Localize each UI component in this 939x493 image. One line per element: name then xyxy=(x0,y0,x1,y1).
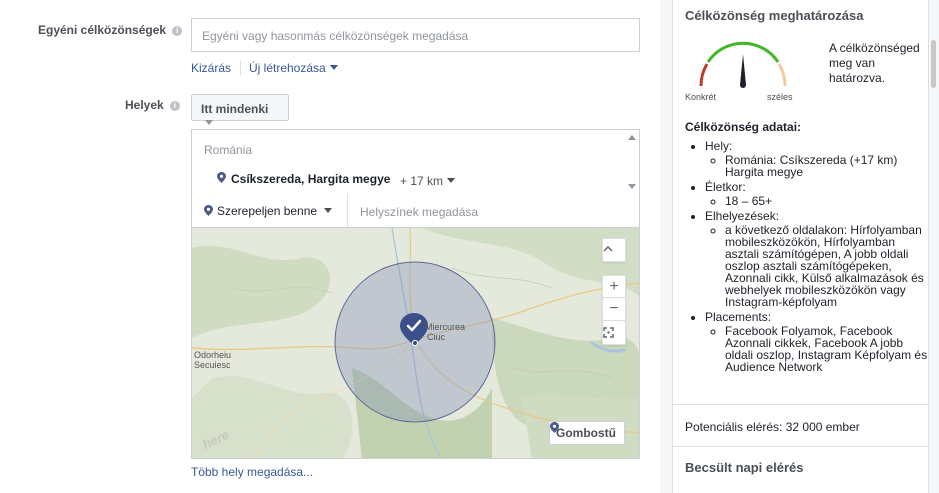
fullscreen-icon xyxy=(603,327,614,338)
gauge-specific-label: Konkrét xyxy=(685,92,717,102)
scroll-up-icon[interactable] xyxy=(628,135,636,140)
location-country: Románia xyxy=(204,143,253,157)
info-icon[interactable]: i xyxy=(169,101,180,111)
drop-pin-button[interactable]: Gombostű xyxy=(549,421,625,445)
location-list-scrollbar[interactable] xyxy=(625,130,639,194)
audience-details-title: Célközönség adatai: xyxy=(685,120,802,134)
detail-value: a következő oldalakon: Hírfolyamban mobi… xyxy=(725,224,930,308)
detail-value: Románia: Csíkszereda (+17 km) Hargita me… xyxy=(725,154,930,178)
include-dropdown[interactable]: Szerepeljen benne xyxy=(204,204,333,218)
chevron-down-icon xyxy=(447,178,456,183)
chevron-down-icon xyxy=(324,208,333,213)
daily-reach-title: Becsült napi elérés xyxy=(685,460,804,475)
location-pin-icon xyxy=(217,172,226,183)
location-map[interactable]: Miercurea Ciuc Odorheiu Secuiesc here + … xyxy=(191,227,640,459)
page-scrollbar-thumb[interactable] xyxy=(931,40,936,88)
map-collapse-button[interactable] xyxy=(602,238,626,262)
gauge-broad-label: széles xyxy=(767,92,793,102)
location-pin-icon xyxy=(204,205,213,216)
chevron-up-icon xyxy=(603,246,613,252)
divider xyxy=(673,404,928,405)
zoom-in-button[interactable]: + xyxy=(602,275,626,298)
potential-reach: Potenciális elérés: 32 000 ember xyxy=(685,420,860,434)
divider xyxy=(673,446,928,447)
audience-definition-panel: Célközönség meghatározása Konkrét széles… xyxy=(672,0,929,493)
custom-audiences-label: Egyéni célközönségek i xyxy=(38,23,183,37)
panel-title: Célközönség meghatározása xyxy=(685,8,864,23)
custom-audience-input[interactable]: Egyéni vagy hasonmás célközönségek megad… xyxy=(191,18,640,52)
audience-gauge xyxy=(699,41,787,88)
info-icon[interactable]: i xyxy=(172,26,183,36)
detail-placements-en: Placements: Facebook Folyamok, Facebook … xyxy=(705,311,930,373)
custom-audience-placeholder: Egyéni vagy hasonmás célközönségek megad… xyxy=(202,29,469,43)
exclude-link[interactable]: Kizárás xyxy=(191,61,231,75)
detail-age: Életkor: 18 – 65+ xyxy=(705,181,930,207)
detail-placements: Elhelyezések: a következő oldalakon: Hír… xyxy=(705,210,930,308)
location-type-dropdown[interactable]: Itt mindenki xyxy=(191,94,289,125)
zoom-out-button[interactable]: − xyxy=(602,298,626,321)
link-separator xyxy=(240,61,241,75)
audience-details: Hely: Románia: Csíkszereda (+17 km) Harg… xyxy=(685,140,930,376)
chevron-down-icon xyxy=(205,120,213,125)
chevron-down-icon xyxy=(329,65,338,70)
detail-value: Facebook Folyamok, Facebook Azonnali cik… xyxy=(725,325,930,373)
create-new-link[interactable]: Új létrehozása xyxy=(249,61,338,75)
location-search-row: Szerepeljen benne Helyszínek megadása xyxy=(191,194,640,228)
fullscreen-button[interactable] xyxy=(602,321,626,345)
divider xyxy=(347,194,348,227)
scroll-down-icon[interactable] xyxy=(628,184,636,189)
location-search-input[interactable]: Helyszínek megadása xyxy=(360,205,478,219)
detail-location: Hely: Románia: Csíkszereda (+17 km) Harg… xyxy=(705,140,930,178)
map-town-label: Odorheiu Secuiesc xyxy=(194,350,232,370)
locations-label: Helyek i xyxy=(125,98,180,112)
map-city-label: Miercurea Ciuc xyxy=(425,322,466,342)
detail-value: 18 – 65+ xyxy=(725,195,930,207)
location-pin-icon xyxy=(550,422,559,433)
radius-dropdown[interactable]: + 17 km xyxy=(400,174,456,188)
add-more-locations-link[interactable]: Több hely megadása... xyxy=(191,465,313,479)
location-city: Csíkszereda, Hargita megye xyxy=(231,172,391,186)
gauge-description: A célközönséged meg van határozva. xyxy=(829,41,920,85)
selected-locations-box: Románia Csíkszereda, Hargita megye + 17 … xyxy=(191,129,640,195)
